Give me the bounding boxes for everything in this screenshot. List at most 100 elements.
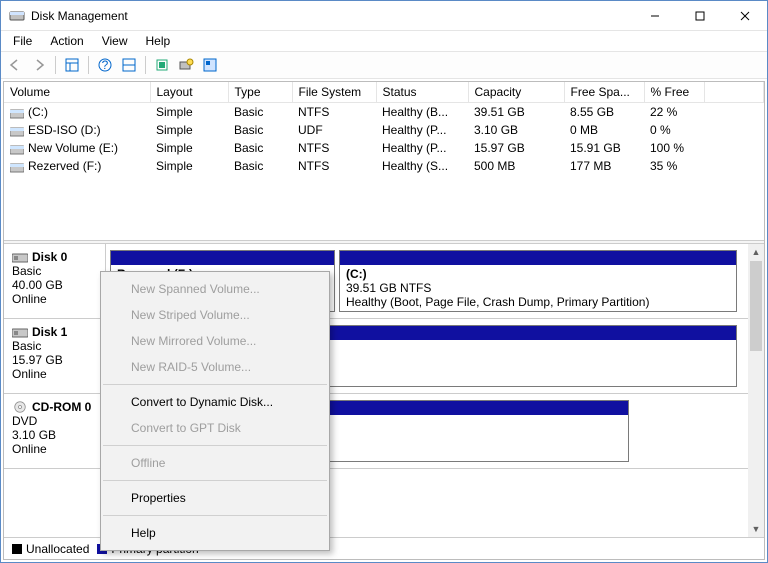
scroll-up-arrow[interactable]: ▲ (748, 244, 764, 260)
volume-row[interactable]: New Volume (E:)SimpleBasicNTFSHealthy (P… (4, 139, 764, 157)
menu-item: Convert to GPT Disk (101, 415, 329, 441)
refresh-button[interactable] (152, 55, 172, 75)
volume-layout: Simple (150, 103, 228, 122)
back-button[interactable] (5, 55, 25, 75)
col-pctfree[interactable]: % Free (644, 82, 704, 103)
disk-state: Online (12, 442, 97, 456)
col-capacity[interactable]: Capacity (468, 82, 564, 103)
partition-box[interactable]: (C:)39.51 GB NTFSHealthy (Boot, Page Fil… (339, 250, 737, 312)
menubar: File Action View Help (1, 31, 767, 51)
col-free[interactable]: Free Spa... (564, 82, 644, 103)
menu-view[interactable]: View (94, 32, 136, 50)
volume-list-pane: Volume Layout Type File System Status Ca… (4, 82, 764, 240)
volume-free: 8.55 GB (564, 103, 644, 122)
menu-item: New Mirrored Volume... (101, 328, 329, 354)
volume-pct: 0 % (644, 121, 704, 139)
rescan-button[interactable] (176, 55, 196, 75)
volume-layout: Simple (150, 121, 228, 139)
disk-size: 15.97 GB (12, 353, 97, 367)
volume-pct: 22 % (644, 103, 704, 122)
menu-item: Offline (101, 450, 329, 476)
partition-line2: Healthy (Boot, Page File, Crash Dump, Pr… (346, 295, 730, 309)
menu-item[interactable]: Properties (101, 485, 329, 511)
volume-capacity: 3.10 GB (468, 121, 564, 139)
toolbar-settings-button[interactable] (119, 55, 139, 75)
partition-stripe (340, 251, 736, 265)
scroll-thumb[interactable] (750, 261, 762, 351)
menu-separator (103, 445, 327, 446)
volume-layout: Simple (150, 157, 228, 175)
volume-pct: 35 % (644, 157, 704, 175)
col-volume[interactable]: Volume (4, 82, 150, 103)
partition-line1: 39.51 GB NTFS (346, 281, 730, 295)
menu-item[interactable]: Help (101, 520, 329, 546)
menu-action[interactable]: Action (42, 32, 91, 50)
volume-status: Healthy (S... (376, 157, 468, 175)
disk-size: 3.10 GB (12, 428, 97, 442)
col-layout[interactable]: Layout (150, 82, 228, 103)
disk-type: Basic (12, 264, 97, 278)
volume-table[interactable]: Volume Layout Type File System Status Ca… (4, 82, 764, 175)
maximize-button[interactable] (677, 1, 722, 30)
volume-status: Healthy (P... (376, 139, 468, 157)
disk-label[interactable]: Disk 0Basic40.00 GBOnline (4, 244, 106, 318)
menu-item: New Spanned Volume... (101, 276, 329, 302)
toolbar-extra-button[interactable] (200, 55, 220, 75)
toolbar: ? (1, 51, 767, 79)
volume-type: Basic (228, 121, 292, 139)
menu-item[interactable]: Convert to Dynamic Disk... (101, 389, 329, 415)
volume-status: Healthy (B... (376, 103, 468, 122)
disk-type: DVD (12, 414, 97, 428)
disk-name: CD-ROM 0 (12, 400, 97, 414)
disk-context-menu[interactable]: New Spanned Volume...New Striped Volume.… (100, 271, 330, 551)
volume-layout: Simple (150, 139, 228, 157)
volume-name: (C:) (28, 105, 48, 119)
partition-stripe (111, 251, 334, 265)
volume-pct: 100 % (644, 139, 704, 157)
volume-free: 0 MB (564, 121, 644, 139)
volume-name: Rezerved (F:) (28, 159, 101, 173)
scroll-down-arrow[interactable]: ▼ (748, 521, 764, 537)
forward-button[interactable] (29, 55, 49, 75)
legend-unallocated: Unallocated (26, 542, 89, 556)
volume-capacity: 39.51 GB (468, 103, 564, 122)
volume-name: ESD-ISO (D:) (28, 123, 101, 137)
svg-text:?: ? (102, 58, 109, 72)
toolbar-view-button[interactable] (62, 55, 82, 75)
volume-type: Basic (228, 157, 292, 175)
titlebar: Disk Management (1, 1, 767, 31)
close-button[interactable] (722, 1, 767, 30)
window-title: Disk Management (31, 9, 632, 23)
volume-status: Healthy (P... (376, 121, 468, 139)
menu-item: New RAID-5 Volume... (101, 354, 329, 380)
col-fs[interactable]: File System (292, 82, 376, 103)
volume-table-header[interactable]: Volume Layout Type File System Status Ca… (4, 82, 764, 103)
vertical-scrollbar[interactable]: ▲ ▼ (748, 244, 764, 537)
disk-label[interactable]: Disk 1Basic15.97 GBOnline (4, 319, 106, 393)
disk-label[interactable]: CD-ROM 0DVD3.10 GBOnline (4, 394, 106, 468)
disk-state: Online (12, 292, 97, 306)
help-button[interactable]: ? (95, 55, 115, 75)
volume-row[interactable]: Rezerved (F:) SimpleBasicNTFSHealthy (S..… (4, 157, 764, 175)
menu-file[interactable]: File (5, 32, 40, 50)
volume-type: Basic (228, 103, 292, 122)
col-status[interactable]: Status (376, 82, 468, 103)
legend-swatch-unallocated (12, 544, 22, 554)
disk-type: Basic (12, 339, 97, 353)
minimize-button[interactable] (632, 1, 677, 30)
volume-free: 15.91 GB (564, 139, 644, 157)
volume-fs: UDF (292, 121, 376, 139)
toolbar-separator (145, 56, 146, 74)
volume-row[interactable]: ESD-ISO (D:) SimpleBasicUDFHealthy (P...3… (4, 121, 764, 139)
volume-fs: NTFS (292, 103, 376, 122)
volume-row[interactable]: (C:) SimpleBasicNTFSHealthy (B...39.51 GB… (4, 103, 764, 122)
toolbar-separator (55, 56, 56, 74)
col-type[interactable]: Type (228, 82, 292, 103)
volume-type: Basic (228, 139, 292, 157)
app-icon (9, 8, 25, 24)
volume-fs: NTFS (292, 157, 376, 175)
menu-help[interactable]: Help (138, 32, 179, 50)
volume-name: New Volume (E:) (28, 141, 118, 155)
volume-capacity: 15.97 GB (468, 139, 564, 157)
menu-item: New Striped Volume... (101, 302, 329, 328)
